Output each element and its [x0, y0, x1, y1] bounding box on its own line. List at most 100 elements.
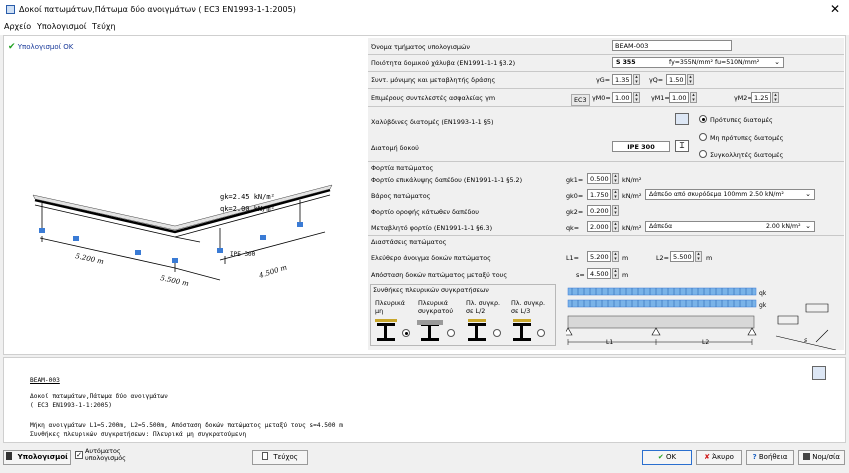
auto-calc-checkbox[interactable]: ✓ [75, 451, 83, 459]
s-spinner[interactable]: ▴ ▾ [612, 268, 619, 279]
report-line-2: Δοκοί πατωμάτων,Πάτωμα δύο ανοιγμάτων [30, 393, 168, 400]
window-title: Δοκοί πατωμάτων,Πάτωμα δύο ανοιγμάτων ( … [19, 5, 296, 14]
gG-spinner[interactable]: ▴ ▾ [633, 74, 640, 85]
i-section-icon[interactable]: Ɪ [675, 140, 689, 152]
gM0-label: γM0= [592, 94, 611, 102]
L1-input[interactable]: 5.200 [587, 251, 611, 262]
calc-icon [6, 452, 13, 460]
gM0-spinner[interactable]: ▴ ▾ [633, 92, 640, 103]
help-button[interactable]: ? Βοήθεια [746, 450, 794, 465]
qk-label: qk= [566, 224, 580, 232]
restraint-group: Συνθήκες πλευρικών συγκρατήσεων Πλευρικά… [370, 284, 556, 346]
section-library-icon[interactable] [675, 113, 689, 125]
gk2-desc: Φορτίο οροφής κάτωθεν δαπέδου [371, 208, 479, 216]
restraint-radio-3[interactable] [493, 329, 501, 337]
steel-select[interactable]: S 355 fy=355N/mm² fu=510N/mm² ⌄ [612, 57, 784, 68]
menu-calculations[interactable]: Υπολογισμοί [37, 22, 86, 31]
radio-standard[interactable] [699, 115, 707, 123]
qk-spinner[interactable]: ▴ ▾ [612, 221, 619, 232]
gk2-spinner[interactable]: ▴ ▾ [612, 205, 619, 216]
partial-label: Επιμέρους συντελεστές ασφαλείας γm [371, 94, 496, 102]
steel-sections-label: Χαλύβδινες διατομές (EN1993-1-1 §5) [371, 118, 494, 126]
status-ok: ✔ Υπολογισμοί OK [8, 42, 73, 52]
beam-section-input[interactable]: IPE 300 [612, 141, 670, 152]
calculate-label: Υπολογισμοί [17, 453, 68, 461]
restraint-radio-4[interactable] [537, 329, 545, 337]
restraint-radio-1[interactable] [402, 329, 410, 337]
menu-bar: Αρχείο Υπολογισμοί Τεύχη [0, 20, 849, 35]
app-icon [6, 5, 15, 14]
title-bar: Δοκοί πατωμάτων,Πάτωμα δύο ανοιγμάτων ( … [0, 0, 849, 20]
restraint-2-l1: Πλευρικά [418, 299, 448, 307]
gk0-select[interactable]: Δάπεδο από σκυρόδεμα 100mm 2.50 kN/m² ⌄ [645, 189, 815, 200]
report-line-1: BEAM-003 [30, 377, 60, 384]
close-icon[interactable]: ✕ [830, 2, 840, 16]
gM0-input[interactable]: 1.00 [612, 92, 632, 103]
units-button[interactable]: Νομ/σία [798, 450, 845, 465]
restraint-4-l2: σε L/3 [511, 307, 531, 315]
gk1-input[interactable]: 0.500 [587, 173, 611, 184]
gM1-spinner[interactable]: ▴ ▾ [690, 92, 697, 103]
s-desc: Απόσταση δοκών πατώματος μεταξύ τους [371, 271, 508, 279]
menu-reports[interactable]: Τεύχη [92, 22, 116, 31]
radio-welded[interactable] [699, 150, 707, 158]
scheme-L2: L2 [702, 339, 709, 346]
L1-spinner[interactable]: ▴ ▾ [612, 251, 619, 262]
calculate-button[interactable]: Υπολογισμοί [3, 450, 71, 465]
gk1-spinner[interactable]: ▴ ▾ [612, 173, 619, 184]
report-panel: BEAM-003 Δοκοί πατωμάτων,Πάτωμα δύο ανοι… [3, 357, 846, 443]
report-button-label: Τεύχος [273, 453, 298, 461]
status-ok-text: Υπολογισμοί OK [17, 43, 74, 51]
gM1-label: γM1= [651, 94, 670, 102]
diagram-L1: 5.200 m [75, 252, 105, 266]
gM2-input[interactable]: 1.25 [751, 92, 771, 103]
s-unit: m [622, 271, 629, 279]
gM2-spinner[interactable]: ▴ ▾ [772, 92, 779, 103]
gM2-label: γM2= [734, 94, 753, 102]
L2-spinner[interactable]: ▴ ▾ [695, 251, 702, 262]
ok-button[interactable]: ✔ OK [642, 450, 692, 465]
report-line-4: Μήκη ανοιγμάτων L1=5.200m, L2=5.500m, Απ… [30, 422, 343, 429]
s-input[interactable]: 4.500 [587, 268, 611, 279]
restraint-4-l1: Πλ. συγκρ. [511, 299, 546, 307]
report-save-icon[interactable] [812, 366, 826, 380]
gk0-spinner[interactable]: ▴ ▾ [612, 189, 619, 200]
auto-calc-label: Αυτόματος υπολογισμός [85, 447, 126, 462]
bottom-bar: Υπολογισμοί ✓ Αυτόματος υπολογισμός Τεύχ… [0, 443, 849, 473]
report-button[interactable]: Τεύχος [252, 450, 308, 465]
name-label: Όνομα τμήματος υπολογισμών [371, 43, 470, 51]
menu-file[interactable]: Αρχείο [4, 22, 31, 31]
chevron-down-icon: ⌄ [805, 190, 811, 198]
L2-input[interactable]: 5.500 [670, 251, 694, 262]
radio-welded-label: Συγκολλητές διατομές [710, 151, 784, 159]
diagram-section: IPE 300 [230, 251, 256, 258]
help-label: Βοήθεια [758, 453, 788, 461]
restraint-radio-2[interactable] [447, 329, 455, 337]
qk-input[interactable]: 2.000 [587, 221, 611, 232]
restraint-1-l1: Πλευρικά [375, 299, 405, 307]
restraint-icons [375, 319, 531, 341]
scheme-L1: L1 [606, 339, 613, 346]
L2-label: L2= [656, 254, 669, 262]
gQ-spinner[interactable]: ▴ ▾ [687, 74, 694, 85]
gk2-input[interactable]: 0.200 [587, 205, 611, 216]
spans-desc: Ελεύθερο άνοιγμα δοκών πατώματος [371, 254, 491, 262]
gG-input[interactable]: 1.35 [612, 74, 632, 85]
report-line-5: Συνθήκες πλευρικών συγκρατήσεων: Πλευρικ… [30, 431, 247, 438]
gQ-label: γQ= [649, 76, 664, 84]
radio-nonstandard[interactable] [699, 133, 707, 141]
gk0-select-value: Δάπεδο από σκυρόδεμα 100mm 2.50 kN/m² [649, 191, 784, 198]
qk-select[interactable]: Δάπεδα 2.00 kN/m² ⌄ [645, 221, 815, 232]
x-icon: ✘ [704, 453, 710, 461]
gk0-unit: kN/m² [622, 192, 642, 200]
gk0-input[interactable]: 1.750 [587, 189, 611, 200]
name-input[interactable]: BEAM-003 [612, 40, 732, 51]
gM1-input[interactable]: 1.00 [669, 92, 689, 103]
gk1-unit: kN/m² [622, 176, 642, 184]
units-label: Νομ/σία [812, 453, 840, 461]
gQ-input[interactable]: 1.50 [666, 74, 686, 85]
units-icon [803, 453, 810, 460]
restraint-3-l1: Πλ. συγκρ. [466, 299, 501, 307]
check-icon: ✔ [657, 453, 664, 461]
cancel-button[interactable]: ✘ Άκυρο [696, 450, 742, 465]
